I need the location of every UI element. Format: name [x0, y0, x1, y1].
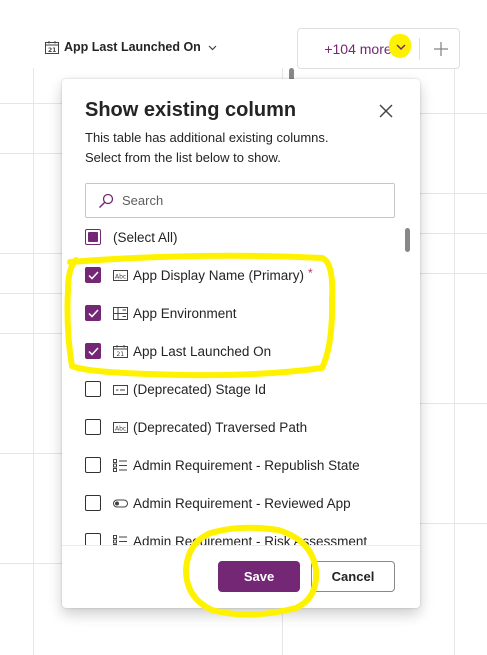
column-list: (Select All) Abc App Display Name (Prima…	[62, 218, 420, 545]
checkbox[interactable]	[85, 457, 101, 473]
choice-list-icon	[113, 458, 127, 472]
list-item-label: Admin Requirement - Risk Assessment	[133, 533, 368, 546]
search-box[interactable]	[85, 183, 395, 218]
list-item[interactable]: Abc App Display Name (Primary) *	[62, 256, 402, 294]
list-item-label: (Select All)	[113, 229, 178, 245]
calendar-icon: 21	[113, 344, 128, 358]
svg-text:21: 21	[117, 351, 125, 358]
dialog-description: This table has additional existing colum…	[85, 128, 395, 168]
plus-icon	[433, 41, 448, 56]
svg-text:Abc: Abc	[115, 425, 126, 432]
list-item[interactable]: (Deprecated) Stage Id	[62, 370, 402, 408]
list-item-label: Admin Requirement - Republish State	[133, 457, 360, 473]
chevron-down-icon[interactable]	[395, 42, 407, 52]
list-item[interactable]: Admin Requirement - Reviewed App	[62, 484, 402, 522]
lookup-field-icon	[113, 306, 128, 320]
list-item-label: Admin Requirement - Reviewed App	[133, 495, 351, 511]
list-item[interactable]: App Environment	[62, 294, 402, 332]
toggle-icon	[113, 499, 128, 507]
checkbox[interactable]	[85, 305, 101, 321]
calendar-icon: 21	[45, 40, 59, 54]
close-icon[interactable]	[378, 103, 394, 119]
column-header-label: App Last Launched On	[64, 40, 201, 54]
checkbox[interactable]	[85, 533, 101, 545]
checkmark-icon	[87, 270, 99, 280]
search-icon	[99, 193, 114, 208]
checkbox[interactable]	[85, 419, 101, 435]
list-item-label: App Display Name (Primary) *	[133, 265, 313, 283]
divider	[419, 38, 420, 60]
more-columns-label: +104 more	[324, 40, 392, 57]
add-column-button[interactable]	[422, 29, 459, 68]
list-item-label: App Environment	[133, 305, 237, 321]
list-item-select-all[interactable]: (Select All)	[62, 218, 402, 256]
description-line: This table has additional existing colum…	[85, 130, 329, 145]
list-item[interactable]: Admin Requirement - Republish State	[62, 446, 402, 484]
list-item[interactable]: Abc (Deprecated) Traversed Path	[62, 408, 402, 446]
list-item-label: (Deprecated) Stage Id	[133, 381, 266, 397]
unique-id-icon	[113, 384, 128, 395]
text-field-icon: Abc	[113, 269, 128, 281]
cancel-button[interactable]: Cancel	[311, 561, 395, 592]
list-item[interactable]: 21 App Last Launched On	[62, 332, 402, 370]
more-columns-box: +104 more	[297, 28, 460, 69]
text-field-icon: Abc	[113, 421, 128, 433]
list-item[interactable]: Admin Requirement - Risk Assessment	[62, 522, 402, 545]
list-scrollbar-thumb[interactable]	[405, 228, 410, 252]
checkbox[interactable]	[85, 343, 101, 359]
show-existing-column-dialog: Show existing column This table has addi…	[62, 79, 420, 608]
footer-divider	[62, 545, 420, 546]
choice-list-icon	[113, 534, 127, 545]
checkbox[interactable]	[85, 267, 101, 283]
description-line: Select from the list below to show.	[85, 150, 281, 165]
checkmark-icon	[87, 346, 99, 356]
search-input[interactable]	[122, 193, 382, 208]
checkbox[interactable]	[85, 229, 101, 245]
checkmark-icon	[87, 308, 99, 318]
list-item-label: (Deprecated) Traversed Path	[133, 419, 308, 435]
save-button[interactable]: Save	[218, 561, 300, 592]
dialog-title: Show existing column	[85, 99, 297, 121]
list-item-label: App Last Launched On	[133, 343, 272, 359]
required-mark: *	[308, 265, 313, 280]
svg-text:Abc: Abc	[115, 273, 126, 280]
svg-text:21: 21	[48, 47, 56, 54]
checkbox[interactable]	[85, 381, 101, 397]
column-header-app-last-launched-on[interactable]: 21 App Last Launched On	[45, 38, 217, 56]
chevron-down-icon	[208, 45, 217, 50]
checkbox[interactable]	[85, 495, 101, 511]
